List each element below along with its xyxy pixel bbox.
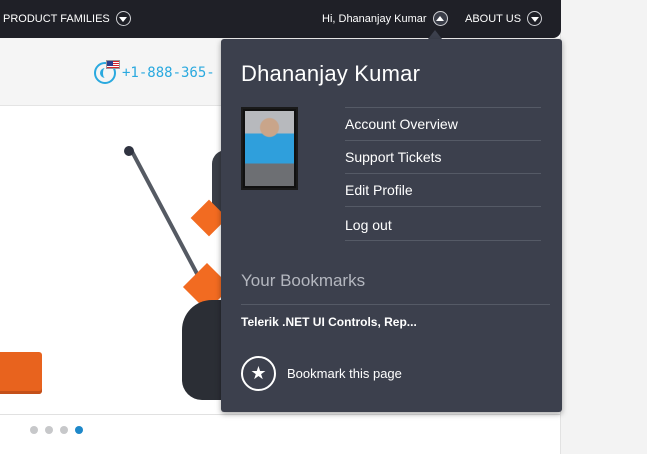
user-greeting-label: Hi, Dhananjay Kumar xyxy=(322,12,427,25)
phone-contact[interactable]: +1-888-365- xyxy=(94,60,215,84)
nav-product-families-label: PRODUCT FAMILIES xyxy=(3,12,110,25)
carousel-dot-3[interactable] xyxy=(60,426,68,434)
carousel-dot-2[interactable] xyxy=(45,426,53,434)
bookmarks-divider xyxy=(241,304,550,305)
hero-divider xyxy=(0,414,560,415)
bookmark-link[interactable]: Telerik .NET UI Controls, Rep... xyxy=(241,315,417,329)
user-name-heading: Dhananjay Kumar xyxy=(241,61,421,86)
bookmark-this-page-button[interactable]: ★ Bookmark this page xyxy=(241,356,402,391)
star-add-icon: ★ xyxy=(241,356,276,391)
menu-support-tickets[interactable]: Support Tickets xyxy=(345,140,541,173)
phone-number: +1-888-365- xyxy=(122,65,215,81)
menu-account-overview[interactable]: Account Overview xyxy=(345,107,541,140)
user-dropdown-panel: Dhananjay Kumar Account Overview Support… xyxy=(221,39,562,412)
nav-about-us[interactable]: ABOUT US xyxy=(465,11,543,26)
nav-product-families[interactable]: PRODUCT FAMILIES xyxy=(3,11,131,26)
bookmarks-heading: Your Bookmarks xyxy=(241,271,366,290)
carousel-dots xyxy=(30,426,83,434)
avatar xyxy=(241,107,298,190)
carousel-dot-1[interactable] xyxy=(30,426,38,434)
chevron-up-icon xyxy=(432,11,448,26)
hero-cta-button[interactable] xyxy=(0,352,42,394)
dropdown-pointer xyxy=(428,30,442,39)
bookmark-this-page-label: Bookmark this page xyxy=(287,366,402,381)
chevron-down-icon xyxy=(527,11,543,26)
phone-icon xyxy=(94,60,120,84)
us-flag-icon xyxy=(106,60,120,69)
account-menu: Account Overview Support Tickets Edit Pr… xyxy=(345,107,541,241)
nav-about-us-label: ABOUT US xyxy=(465,12,522,25)
top-navigation: PRODUCT FAMILIES Hi, Dhananjay Kumar ABO… xyxy=(0,0,561,38)
robot-antenna-tip xyxy=(124,146,134,156)
menu-edit-profile[interactable]: Edit Profile xyxy=(345,173,541,206)
carousel-dot-4-active[interactable] xyxy=(75,426,83,434)
chevron-down-icon xyxy=(115,11,131,26)
nav-user-greeting[interactable]: Hi, Dhananjay Kumar xyxy=(322,11,448,26)
right-gutter xyxy=(560,0,647,454)
menu-log-out[interactable]: Log out xyxy=(345,206,541,241)
